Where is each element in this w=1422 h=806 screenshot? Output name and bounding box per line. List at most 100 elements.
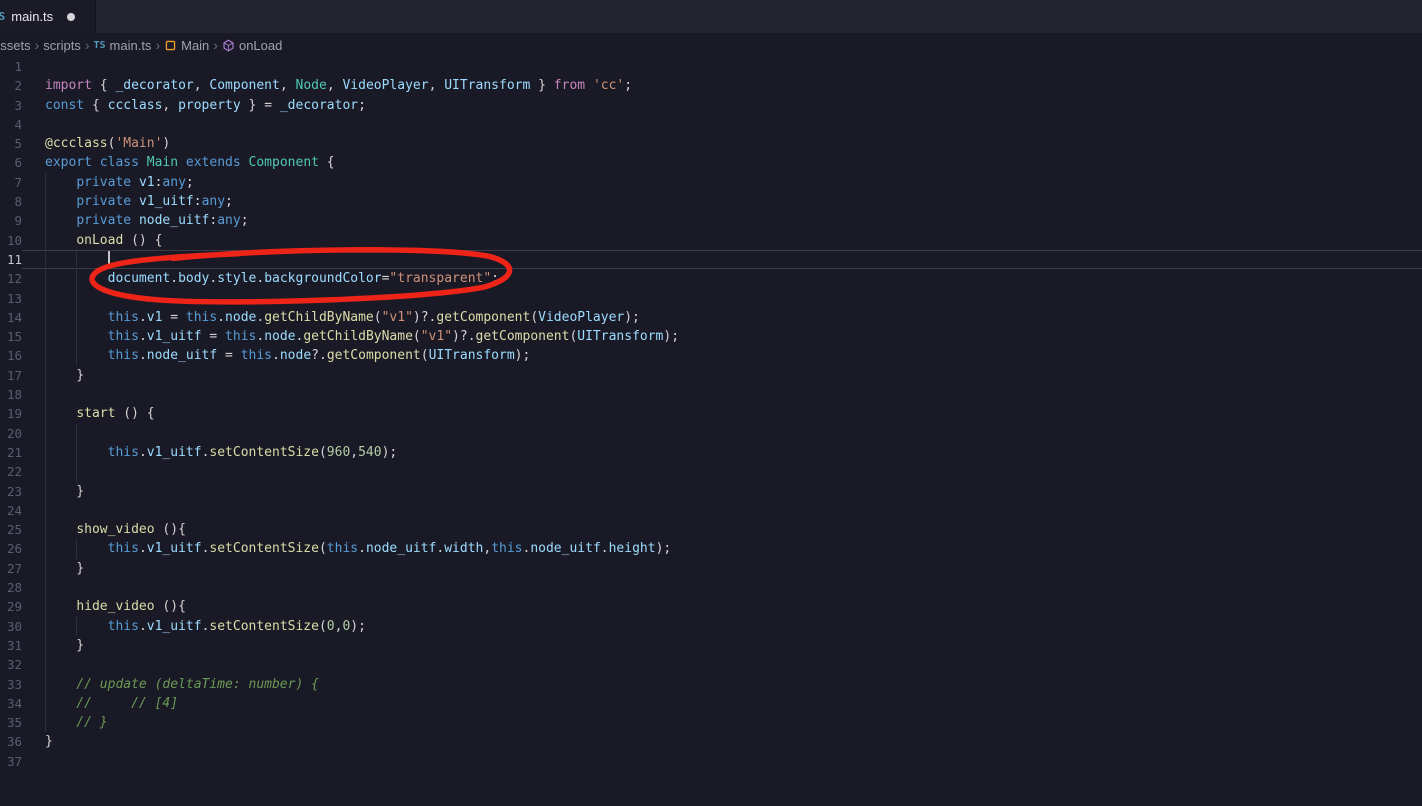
indent-guide [45, 172, 46, 193]
breadcrumb-item-onload[interactable]: onLoad [222, 38, 282, 53]
code-line[interactable]: 25 show_video (){ [0, 520, 1422, 540]
breadcrumb-label: scripts [43, 37, 81, 53]
code-editor[interactable]: 1 2 import { _decorator, Component, Node, … [0, 57, 1422, 771]
code-line[interactable]: 26 this.v1_uitf.setContentSize(this.node… [0, 539, 1422, 559]
code-line[interactable]: 14 this.v1 = this.node.getChildByName("v… [0, 307, 1422, 328]
indent-guide [76, 462, 78, 482]
code-line[interactable]: 8 private v1_uitf:any; [0, 192, 1422, 212]
typescript-icon: TS [0, 10, 5, 23]
indent-guide [45, 655, 46, 675]
line-number: 9 [14, 213, 22, 229]
line-number: 19 [6, 406, 22, 422]
code-line[interactable]: 21 this.v1_uitf.setContentSize(960,540); [0, 442, 1422, 463]
breadcrumb-item-assets[interactable]: assets [0, 38, 31, 53]
line-number: 25 [6, 522, 22, 538]
breadcrumb-item-scripts[interactable]: scripts [43, 38, 81, 53]
line-number: 8 [14, 194, 22, 210]
line-number: 33 [6, 676, 22, 692]
code-line[interactable]: 24 [0, 500, 1422, 521]
code-line[interactable]: 10 onLoad () { [0, 230, 1422, 250]
line-number: 4 [14, 116, 22, 132]
line-number: 11 [6, 251, 22, 267]
line-number: 31 [6, 637, 22, 653]
code-line[interactable]: 15 this.v1_uitf = this.node.getChildByNa… [0, 327, 1422, 347]
code-line[interactable]: 9 private node_uitf:any; [0, 211, 1422, 231]
line-number: 17 [6, 367, 22, 383]
code-line[interactable]: 6 export class Main extends Component { [0, 153, 1422, 172]
breadcrumb: assets›scripts›TSmain.ts›Main›onLoad [0, 33, 1422, 57]
code-line[interactable]: 7 private v1:any; [0, 172, 1422, 193]
code-line[interactable]: 31 } [0, 635, 1422, 656]
indent-guide [45, 288, 46, 308]
code-line[interactable]: 29 hide_video (){ [0, 597, 1422, 617]
line-number: 14 [6, 309, 22, 325]
indent-guide [45, 578, 46, 598]
code-line[interactable]: 3 const { ccclass, property } = _decorato… [0, 96, 1422, 115]
code-line[interactable]: 2 import { _decorator, Component, Node, V… [0, 76, 1422, 95]
indent-guide [45, 327, 46, 347]
line-number: 21 [6, 444, 22, 460]
code-line[interactable]: 23 } [0, 481, 1422, 501]
indent-guide [45, 462, 46, 482]
line-number: 5 [14, 136, 22, 152]
code-line[interactable]: 37 [0, 752, 1422, 771]
breadcrumb-item-main[interactable]: Main [164, 38, 209, 53]
code-line[interactable]: 16 this.node_uitf = this.node?.getCompon… [0, 346, 1422, 366]
code-line[interactable]: 22 [0, 462, 1422, 482]
line-number: 16 [6, 348, 22, 364]
indent-guide [45, 211, 46, 231]
line-number: 28 [6, 580, 22, 596]
code-line[interactable]: 5 @ccclass('Main') [0, 134, 1422, 153]
line-number: 6 [14, 155, 22, 171]
breadcrumb-separator: › [155, 37, 161, 53]
text-cursor [107, 250, 110, 269]
code-line[interactable]: 12 document.body.style.backgroundColor="… [0, 269, 1422, 289]
code-line[interactable]: 36} [0, 732, 1422, 751]
line-number: 30 [6, 618, 22, 634]
line-number: 1 [14, 59, 22, 74]
code-line[interactable]: 4 [0, 115, 1422, 134]
indent-guide [45, 423, 46, 443]
line-number: 12 [6, 271, 22, 287]
indent-guide [45, 713, 46, 733]
code-line[interactable]: 13 [0, 288, 1422, 308]
code-line[interactable]: 19 start () { [0, 404, 1422, 424]
indent-guide [45, 481, 46, 501]
indent-guide [45, 404, 46, 424]
code-line[interactable]: 35 // } [0, 713, 1422, 733]
line-number: 3 [14, 97, 22, 113]
indent-guide [45, 520, 46, 540]
code-line[interactable]: 27 } [0, 558, 1422, 579]
indent-guide [76, 307, 78, 328]
line-number: 32 [6, 657, 22, 673]
file-modified-indicator[interactable] [67, 12, 76, 21]
indent-guide [45, 365, 46, 386]
indent-guide [76, 539, 78, 559]
code-line[interactable]: 30 this.v1_uitf.setContentSize(0,0); [0, 616, 1422, 636]
code-line[interactable]: 32 [0, 655, 1422, 675]
code-line[interactable]: 33 // update (deltaTime: number) { [0, 674, 1422, 694]
indent-guide [45, 307, 46, 328]
code-line[interactable]: 11 [0, 249, 1422, 270]
code-line[interactable]: 18 [0, 385, 1422, 405]
indent-guide [45, 500, 46, 521]
code-line[interactable]: 34 // // [4] [0, 693, 1422, 714]
indent-guide [76, 616, 78, 636]
indent-guide [45, 269, 46, 289]
line-number: 26 [6, 541, 22, 557]
editor-tab-main-ts[interactable]: TS main.ts [0, 0, 96, 33]
code-line[interactable]: 28 [0, 578, 1422, 598]
code-line[interactable]: 17 } [0, 365, 1422, 386]
indent-guide [45, 249, 46, 270]
breadcrumb-separator: › [84, 37, 90, 53]
code-line[interactable]: 20 [0, 423, 1422, 443]
indent-guide [45, 442, 46, 463]
line-number: 29 [6, 599, 22, 615]
breadcrumb-label: Main [181, 37, 210, 53]
line-number: 34 [6, 695, 22, 711]
breadcrumb-separator: › [213, 37, 218, 53]
code-line[interactable]: 1 [0, 57, 1422, 76]
breadcrumb-label: assets [0, 37, 31, 53]
breadcrumb-label: onLoad [238, 37, 283, 53]
breadcrumb-item-main-ts[interactable]: TS main.ts [93, 38, 151, 53]
